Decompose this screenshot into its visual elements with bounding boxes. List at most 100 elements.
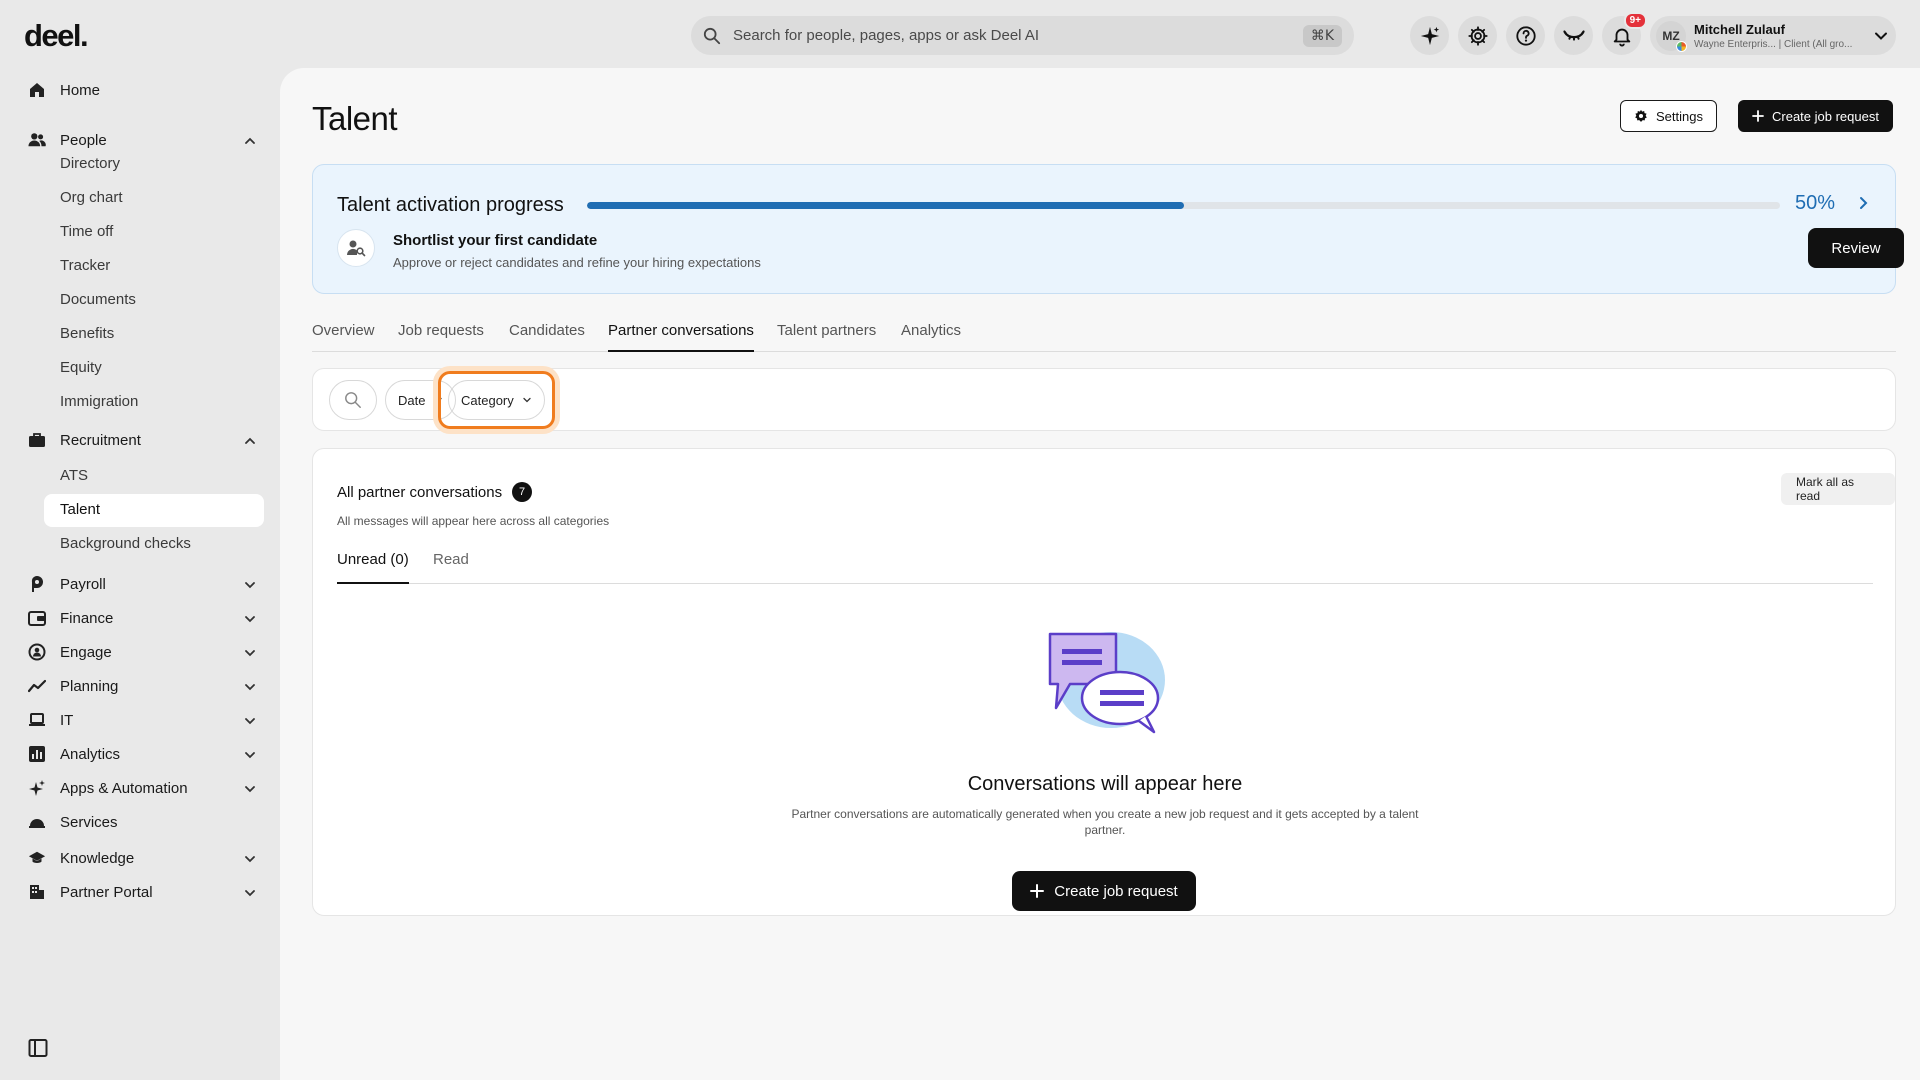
wallet-icon [28,609,46,627]
progress-percent: 50% [1795,192,1836,214]
sidebar-item-people[interactable]: People [28,126,258,154]
settings-button[interactable] [1458,16,1497,55]
sidebar-item-home[interactable]: Home [28,76,258,104]
sidebar-subitem-org-chart[interactable]: Org chart [60,189,123,206]
search-icon [703,27,721,44]
sidebar-subitem-immigration[interactable]: Immigration [60,393,138,410]
task-subtitle: Approve or reject candidates and refine … [393,255,761,270]
sidebar-item-services[interactable]: Services [28,808,258,836]
laptop-icon [28,711,46,729]
tab-unread[interactable]: Unread (0) [337,551,409,584]
search-shortcut: ⌘K [1302,24,1342,47]
filter-search-button[interactable] [329,380,377,420]
engage-icon [28,643,46,661]
progress-title: Talent activation progress [337,194,564,216]
tab-job-requests[interactable]: Job requests [398,322,484,352]
people-icon [28,131,46,149]
sidebar-item-apps-automation[interactable]: Apps & Automation [28,774,258,802]
gear-icon [1635,109,1647,122]
chat-bubbles-illustration [1048,632,1165,734]
sidebar-toggle-icon [28,1039,48,1057]
sidebar-item-planning[interactable]: Planning [28,672,258,700]
chevron-up-icon [245,137,255,144]
sidebar-subitem-benefits[interactable]: Benefits [60,325,114,342]
filter-bar: Date Category [312,368,1896,431]
sidebar-subitem-documents[interactable]: Documents [60,291,136,308]
chevron-right-icon[interactable] [1858,196,1870,210]
sidebar-item-payroll[interactable]: Payroll [28,570,258,598]
sidebar-subitem-time-off[interactable]: Time off [60,223,113,240]
home-icon [28,81,46,99]
gear-icon [1467,25,1488,46]
tab-analytics[interactable]: Analytics [901,322,961,352]
help-icon [1515,25,1536,46]
tab-overview[interactable]: Overview [312,322,375,352]
category-filter-dropdown[interactable]: Category [448,380,545,420]
sparkle-icon [28,779,46,797]
help-button[interactable] [1506,16,1545,55]
sidebar: Home People Directory Org chart Time off… [0,68,280,1080]
sidebar-item-it[interactable]: IT [28,706,258,734]
sparkle-icon [1420,26,1439,45]
tab-talent-partners[interactable]: Talent partners [777,322,876,352]
sidebar-item-finance[interactable]: Finance [28,604,258,632]
global-search-input[interactable] [733,27,1303,44]
chevron-down-icon [245,856,255,863]
sidebar-subitem-directory[interactable]: Directory [60,155,120,172]
notifications-button[interactable]: 9+ [1602,12,1647,55]
sidebar-item-partner-portal[interactable]: Partner Portal [28,878,258,906]
progress-bar-fill [587,202,1184,209]
sidebar-item-knowledge[interactable]: Knowledge [28,844,258,872]
sidebar-item-recruitment[interactable]: Recruitment [28,426,258,454]
user-menu[interactable]: MZ Mitchell Zulauf Wayne Enterpris... | … [1650,16,1896,55]
partner-conversations-card: All partner conversations 7 All messages… [312,448,1896,916]
trend-icon [28,677,46,695]
sidebar-item-analytics[interactable]: Analytics [28,740,258,768]
create-job-request-button[interactable]: Create job request [1738,100,1893,132]
chevron-down-icon [245,616,255,623]
mark-all-read-button[interactable]: Mark all as read [1781,473,1895,505]
privacy-mode-button[interactable] [1554,16,1593,55]
conversations-subtitle: All messages will appear here across all… [337,514,610,528]
activation-progress-card: Talent activation progress 50% Shortlist… [312,164,1904,294]
briefcase-icon [28,431,46,449]
search-icon [345,392,361,408]
chevron-down-icon [523,397,531,403]
read-status-tabs: Unread (0) Read [337,551,1873,584]
conversations-count-badge: 7 [512,482,533,502]
eye-closed-icon [1562,29,1585,41]
empty-state-description: Partner conversations are automatically … [791,807,1419,837]
plus-icon [1752,110,1764,122]
review-button[interactable]: Review [1808,228,1904,268]
collapse-sidebar-button[interactable] [28,1038,48,1058]
notification-badge: 9+ [1623,12,1647,29]
global-search-bar[interactable]: ⌘K [691,16,1354,55]
tab-read[interactable]: Read [433,551,469,584]
sidebar-subitem-talent[interactable]: Talent [60,501,100,518]
sidebar-subitem-background-checks[interactable]: Background checks [60,535,191,552]
deel-logo[interactable]: deel. [24,18,89,54]
main-content: Talent Settings Create job request Talen… [280,68,1920,1080]
sidebar-subitem-tracker[interactable]: Tracker [60,257,110,274]
empty-create-job-request-button[interactable]: Create job request [1012,871,1196,911]
chevron-down-icon [1875,32,1887,40]
search-user-icon [337,229,375,267]
empty-state-title: Conversations will appear here [967,773,1243,795]
settings-button[interactable]: Settings [1620,100,1717,132]
sidebar-item-engage[interactable]: Engage [28,638,258,666]
sidebar-subitem-equity[interactable]: Equity [60,359,102,376]
task-title: Shortlist your first candidate [393,232,598,249]
chevron-down-icon [245,890,255,897]
avatar: MZ [1656,20,1687,52]
tab-candidates[interactable]: Candidates [509,322,585,352]
bar-chart-icon [28,745,46,763]
avatar-initials: MZ [1662,28,1680,43]
ai-sparkle-button[interactable] [1410,16,1449,55]
user-name: Mitchell Zulauf [1694,21,1785,37]
progress-bar [587,202,1780,209]
sidebar-subitem-ats[interactable]: ATS [60,467,88,484]
building-icon [28,883,46,901]
tab-partner-conversations[interactable]: Partner conversations [608,322,754,352]
graduation-cap-icon [28,849,46,867]
chevron-down-icon [245,786,255,793]
